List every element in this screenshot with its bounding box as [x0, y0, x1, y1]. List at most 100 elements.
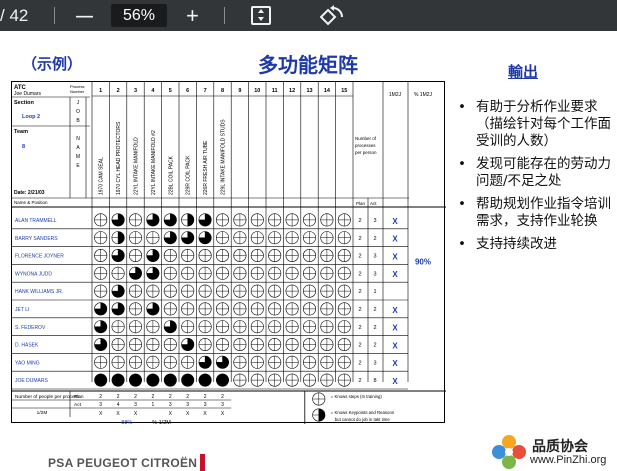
plan-row-value: 2	[152, 394, 155, 400]
pdf-toolbar: / 42 — 56% +	[0, 0, 617, 31]
people-per-process-label: Number of people per process	[15, 394, 80, 400]
act-count: 3	[373, 360, 376, 366]
legend-text: but cannot do job in takt time	[335, 417, 391, 422]
x-mark: X	[392, 252, 398, 261]
multi-skill-matrix: ATC Joe Dumars Process Number Section Loop 2T…	[11, 81, 446, 424]
x-row-value: X	[116, 411, 120, 417]
x-mark: X	[392, 235, 398, 244]
skill-symbol	[94, 373, 107, 387]
col-1m2j-header: 1M2J	[389, 92, 402, 98]
team-value: 8	[22, 144, 25, 150]
plan-count: 2	[358, 289, 361, 295]
person-name: HANK WILLIAMS JR.	[15, 289, 63, 295]
person-name: BARRY SANDERS	[15, 236, 58, 242]
process-name: 229R COIL PACK	[186, 155, 192, 195]
label-1m2j: 1/2M	[37, 410, 48, 416]
process-number: 1	[99, 88, 102, 94]
process-number: 13	[306, 88, 312, 94]
minus-icon[interactable]: —	[76, 0, 93, 31]
process-number: 11	[272, 88, 278, 94]
zoom-input[interactable]: 56%	[111, 4, 167, 27]
person-name: S. FEDEROV	[15, 325, 46, 331]
act-count: 8	[373, 378, 376, 384]
job-letter: O	[76, 109, 80, 115]
toolbar-divider	[54, 7, 55, 24]
psa-logo-mark	[200, 454, 205, 471]
act-row-value: 1	[152, 402, 155, 408]
act-row-value: 3	[169, 402, 172, 408]
person-name: ALAN TRAMMELL	[15, 218, 57, 224]
process-number: 5	[169, 88, 172, 94]
x-mark: X	[392, 324, 398, 333]
act-count: 3	[373, 271, 376, 277]
output-title: 輸出	[508, 63, 539, 81]
process-name: 22YL INTAKE MANIFOLD #2	[151, 130, 157, 195]
act-row-value: 3	[221, 402, 224, 408]
process-number: 6	[186, 88, 189, 94]
process-number-label: Number	[70, 89, 85, 94]
legend-text: = Knows Keypoints and Reasons	[331, 410, 394, 415]
plus-icon[interactable]: +	[186, 0, 199, 31]
x-row-value: X	[203, 411, 207, 417]
process-name: 22BL COIL PACK	[168, 155, 174, 195]
act-count: 3	[373, 254, 376, 260]
name-position-label: Name & Position	[14, 200, 48, 205]
percent-value: 90%	[415, 257, 431, 266]
plan-header: Plan	[356, 201, 366, 206]
person-name: JOE DUMARS	[15, 378, 48, 384]
act-count: 3	[373, 218, 376, 224]
watermark-url: www.PinZhi.org	[530, 454, 607, 466]
number-of-processes-label: Number of	[355, 136, 377, 141]
toolbar-divider	[224, 7, 225, 24]
plan-row-value: 2	[169, 394, 172, 400]
name-letter: M	[76, 154, 80, 160]
act-count: 2	[373, 325, 376, 331]
plan-count: 2	[358, 360, 361, 366]
watermark-title: 品质协会	[532, 439, 588, 455]
plan-row-value: 2	[134, 394, 137, 400]
process-name: 22YL INTAKE MANIFOLD	[134, 137, 140, 195]
act-row-value: 3	[134, 402, 137, 408]
plan-row-value: 2	[99, 394, 102, 400]
bullet-item: 发现可能存在的劳动力问题/不足之处	[456, 156, 617, 190]
psa-logo: PSA PEUGEOT CITROËN	[48, 456, 198, 470]
plan-count: 2	[358, 236, 361, 242]
person-name: WYNONA JUDD	[15, 271, 52, 277]
bullet-item: 帮助规划作业指令培训需求，支持作业轮换	[456, 196, 617, 230]
x-row-value: X	[186, 411, 190, 417]
x-mark: X	[392, 359, 398, 368]
example-label: （示例）	[22, 55, 83, 73]
rotate-icon[interactable]	[320, 4, 346, 28]
person-name: FLORENCE JOYNER	[15, 254, 64, 260]
process-name: 226R FRESH AIR TUBE	[203, 140, 209, 195]
skill-symbol	[198, 373, 212, 387]
name-letter: N	[76, 136, 80, 142]
percent-footer-value: 88%	[121, 420, 132, 424]
plan-row-value: 2	[117, 394, 120, 400]
person-name: YAO MING	[15, 360, 40, 366]
act-count: 2	[373, 307, 376, 313]
skill-symbol	[164, 373, 177, 387]
page-indicator: / 42	[0, 6, 29, 25]
col-pct-header: % 1M2J	[414, 92, 433, 98]
output-bullet-list: 有助于分析作业要求（描绘针对每个工作面受训的人数） 发现可能存在的劳动力问题/不…	[456, 99, 617, 259]
x-mark: X	[392, 217, 398, 226]
act-count: 2	[373, 343, 376, 349]
process-number: 14	[324, 88, 331, 94]
process-number: 12	[289, 88, 295, 94]
number-of-processes-label: processes	[355, 143, 376, 148]
job-letter: J	[77, 100, 80, 106]
x-mark: X	[392, 270, 398, 279]
fit-page-icon[interactable]	[251, 6, 271, 25]
bullet-item: 支持持续改进	[456, 236, 617, 253]
x-row-value: X	[99, 411, 103, 417]
process-number: 9	[238, 88, 241, 94]
skill-symbol	[181, 373, 194, 387]
percent-footer-label: % 1/2M	[152, 420, 171, 424]
act-count: 2	[373, 236, 376, 242]
x-mark: X	[392, 341, 398, 350]
process-number: 3	[134, 88, 137, 94]
person-name: JET LI	[15, 307, 29, 313]
plan-row-label: Plan	[74, 394, 84, 400]
plan-count: 2	[358, 218, 361, 224]
